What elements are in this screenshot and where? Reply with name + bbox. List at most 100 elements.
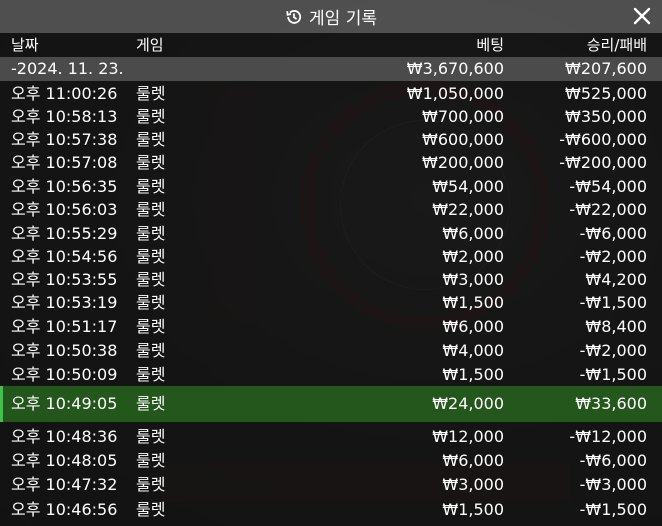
row-bet: ₩4,000	[442, 341, 504, 360]
table-row[interactable]: 오후 10:53:19 룰렛 ₩1,500 -₩1,500	[0, 291, 662, 315]
row-time: 오후 10:55:29	[11, 224, 118, 243]
row-bet: ₩3,000	[442, 475, 504, 494]
row-time: 오후 11:00:26	[11, 84, 118, 103]
row-time: 오후 10:56:03	[11, 200, 118, 219]
row-bet: ₩1,500	[442, 365, 504, 384]
column-header-game: 게임	[136, 36, 164, 54]
date-summary-row[interactable]: -2024. 11. 23. ₩3,670,600 ₩207,600	[0, 57, 662, 81]
row-game: 룰렛	[136, 200, 166, 219]
summary-date: -2024. 11. 23.	[11, 59, 124, 78]
row-game: 룰렛	[136, 270, 166, 289]
table-row[interactable]: 오후 10:57:38 룰렛 ₩600,000 -₩600,000	[0, 128, 662, 152]
row-time: 오후 10:48:05	[11, 451, 118, 470]
row-bet: ₩200,000	[422, 153, 504, 172]
row-bet: ₩700,000	[422, 107, 504, 126]
row-game: 룰렛	[136, 341, 166, 360]
table-row[interactable]: 오후 10:55:29 룰렛 ₩6,000 -₩6,000	[0, 222, 662, 246]
row-time: 오후 10:49:05	[11, 394, 118, 413]
row-time: 오후 10:57:38	[11, 130, 118, 149]
table-row[interactable]: 오후 10:48:36 룰렛 ₩12,000 -₩12,000	[0, 425, 662, 449]
table-row[interactable]: 오후 10:53:55 룰렛 ₩3,000 ₩4,200	[0, 268, 662, 292]
row-bet: ₩24,000	[432, 394, 504, 413]
table-row[interactable]: 오후 10:54:56 룰렛 ₩2,000 -₩2,000	[0, 245, 662, 269]
table-row[interactable]: 오후 10:47:32 룰렛 ₩3,000 -₩3,000	[0, 473, 662, 497]
row-time: 오후 10:47:32	[11, 475, 118, 494]
row-result: ₩4,200	[585, 270, 647, 289]
row-bet: ₩1,500	[442, 293, 504, 312]
summary-bet: ₩3,670,600	[406, 59, 504, 78]
row-bet: ₩600,000	[422, 130, 504, 149]
row-time: 오후 10:51:17	[11, 317, 118, 336]
table-row[interactable]: 오후 10:57:08 룰렛 ₩200,000 -₩200,000	[0, 151, 662, 175]
row-game: 룰렛	[136, 317, 166, 336]
table-row[interactable]: 오후 10:56:03 룰렛 ₩22,000 -₩22,000	[0, 198, 662, 222]
row-time: 오후 10:46:56	[11, 500, 118, 519]
table-row[interactable]: 오후 10:50:38 룰렛 ₩4,000 -₩2,000	[0, 339, 662, 363]
row-game: 룰렛	[136, 84, 166, 103]
table-row[interactable]: 오후 10:56:35 룰렛 ₩54,000 -₩54,000	[0, 175, 662, 199]
row-game: 룰렛	[136, 427, 166, 446]
history-icon	[285, 8, 303, 26]
table-row[interactable]: 오후 10:48:05 룰렛 ₩6,000 -₩6,000	[0, 449, 662, 473]
row-game: 룰렛	[136, 451, 166, 470]
table-row-highlighted[interactable]: 오후 10:49:05 룰렛 ₩24,000 ₩33,600	[0, 386, 662, 422]
column-header-row: 날짜 게임 베팅 승리/패배	[0, 33, 662, 57]
row-result: -₩6,000	[579, 224, 647, 243]
row-result: -₩6,000	[579, 451, 647, 470]
table-row[interactable]: 오후 10:58:13 룰렛 ₩700,000 ₩350,000	[0, 105, 662, 129]
close-icon[interactable]	[630, 4, 654, 28]
table-row[interactable]: 오후 10:51:17 룰렛 ₩6,000 ₩8,400	[0, 315, 662, 339]
modal-titlebar: 게임 기록	[0, 0, 662, 33]
row-game: 룰렛	[136, 107, 166, 126]
row-result: ₩525,000	[565, 84, 647, 103]
row-bet: ₩1,050,000	[406, 84, 504, 103]
game-history-modal: 게임 기록 날짜 게임 베팅 승리/패배 -2024. 11. 23. ₩3,6…	[0, 0, 662, 526]
row-game: 룰렛	[136, 394, 166, 413]
row-result: -₩12,000	[569, 427, 647, 446]
row-result: -₩2,000	[579, 247, 647, 266]
column-header-result: 승리/패배	[586, 36, 647, 54]
row-time: 오후 10:57:08	[11, 153, 118, 172]
row-time: 오후 10:53:19	[11, 293, 118, 312]
row-bet: ₩22,000	[432, 200, 504, 219]
row-time: 오후 10:56:35	[11, 177, 118, 196]
column-header-date: 날짜	[11, 36, 39, 54]
table-row[interactable]: 오후 11:00:26 룰렛 ₩1,050,000 ₩525,000	[0, 82, 662, 106]
row-time: 오후 10:58:13	[11, 107, 118, 126]
modal-title-wrap: 게임 기록	[285, 4, 377, 29]
row-result: -₩600,000	[559, 130, 647, 149]
row-game: 룰렛	[136, 475, 166, 494]
row-time: 오후 10:48:36	[11, 427, 118, 446]
row-bet: ₩3,000	[442, 270, 504, 289]
row-game: 룰렛	[136, 153, 166, 172]
history-list[interactable]: 날짜 게임 베팅 승리/패배 -2024. 11. 23. ₩3,670,600…	[0, 33, 662, 526]
row-result: -₩22,000	[569, 200, 647, 219]
row-time: 오후 10:50:38	[11, 341, 118, 360]
row-bet: ₩1,500	[442, 500, 504, 519]
table-row[interactable]: 오후 10:46:56 룰렛 ₩1,500 -₩1,500	[0, 498, 662, 522]
row-game: 룰렛	[136, 177, 166, 196]
row-result: -₩200,000	[559, 153, 647, 172]
row-time: 오후 10:53:55	[11, 270, 118, 289]
row-time: 오후 10:50:09	[11, 365, 118, 384]
row-bet: ₩2,000	[442, 247, 504, 266]
row-result: -₩1,500	[579, 365, 647, 384]
row-game: 룰렛	[136, 293, 166, 312]
row-result: ₩8,400	[585, 317, 647, 336]
row-result: -₩1,500	[579, 500, 647, 519]
table-row[interactable]: 오후 10:50:09 룰렛 ₩1,500 -₩1,500	[0, 363, 662, 387]
summary-result: ₩207,600	[565, 59, 647, 78]
column-header-bet: 베팅	[476, 36, 504, 54]
row-result: -₩3,000	[579, 475, 647, 494]
row-game: 룰렛	[136, 247, 166, 266]
row-result: -₩54,000	[569, 177, 647, 196]
row-result: ₩33,600	[575, 394, 647, 413]
row-bet: ₩6,000	[442, 224, 504, 243]
row-result: -₩2,000	[579, 341, 647, 360]
row-time: 오후 10:54:56	[11, 247, 118, 266]
row-game: 룰렛	[136, 224, 166, 243]
row-bet: ₩6,000	[442, 317, 504, 336]
row-bet: ₩12,000	[432, 427, 504, 446]
row-result: ₩350,000	[565, 107, 647, 126]
row-game: 룰렛	[136, 130, 166, 149]
